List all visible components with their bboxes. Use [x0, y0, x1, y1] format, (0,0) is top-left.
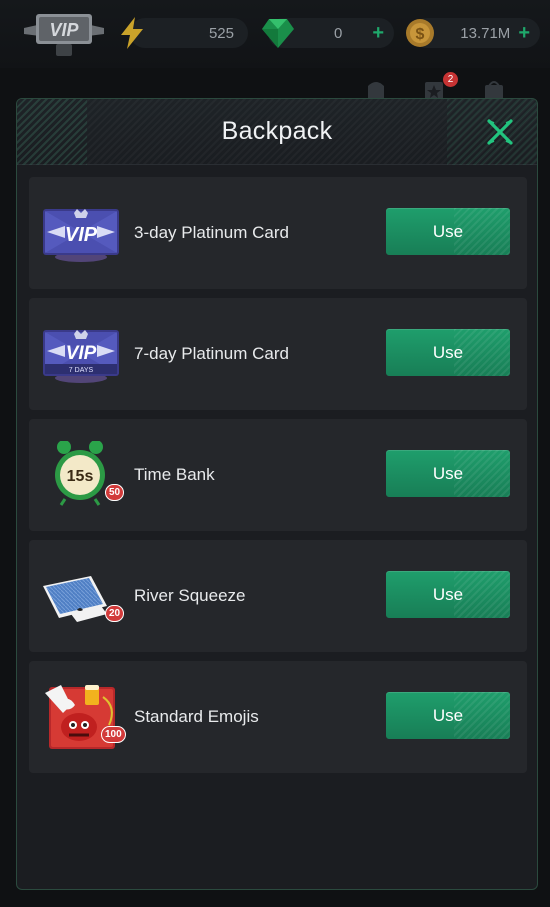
item-name: 3-day Platinum Card [134, 223, 289, 242]
svg-text:VIP: VIP [66, 343, 97, 364]
currency-bar: VIP 525 0 + 13.71M + $ [0, 0, 550, 68]
svg-text:7 DAYS: 7 DAYS [69, 367, 94, 374]
use-button[interactable]: Use [386, 692, 510, 739]
notification-badge: 2 [443, 72, 458, 87]
svg-text:15s: 15s [67, 468, 94, 485]
item-name: 7-day Platinum Card [134, 344, 289, 363]
coin-icon: $ [406, 19, 434, 47]
energy-counter: 525 [130, 18, 248, 48]
count-badge: 100 [101, 726, 126, 743]
item-name: River Squeeze [134, 586, 246, 605]
modal-title: Backpack [221, 117, 333, 145]
item-list: VIP 3-day Platinum Card Use VIP 7 DAYS 7… [29, 177, 527, 782]
vip-card-icon: VIP [43, 209, 119, 262]
gems-value: 0 [333, 24, 343, 42]
item-name: Standard Emojis [134, 707, 259, 726]
vip-badge-icon[interactable]: VIP [22, 10, 106, 58]
list-item: 20 River Squeeze Use [29, 540, 527, 652]
bag-icon[interactable] [364, 78, 388, 100]
modal-header: Backpack [17, 99, 537, 165]
add-gems-button[interactable]: + [372, 22, 384, 45]
list-item: 15s 50 Time Bank Use [29, 419, 527, 531]
svg-text:$: $ [416, 26, 425, 43]
shop-bag-icon[interactable] [482, 78, 506, 100]
lightning-icon [121, 17, 143, 49]
count-badge: 50 [105, 484, 125, 501]
count-badge: 20 [105, 605, 125, 622]
emerald-icon [262, 19, 294, 48]
use-button[interactable]: Use [386, 208, 510, 255]
svg-text:VIP: VIP [65, 224, 98, 246]
use-button[interactable]: Use [386, 450, 510, 497]
svg-text:VIP: VIP [49, 20, 79, 40]
vip-card-7days-icon: VIP 7 DAYS [43, 330, 119, 383]
close-icon[interactable] [483, 115, 517, 149]
use-button[interactable]: Use [386, 571, 510, 618]
item-name: Time Bank [134, 465, 215, 484]
list-item: VIP 3-day Platinum Card Use [29, 177, 527, 289]
list-item: 100 Standard Emojis Use [29, 661, 527, 773]
backpack-modal: Backpack VIP 3-day Platinum Card Use VIP… [16, 98, 538, 890]
energy-value: 525 [208, 24, 234, 42]
coins-value: 13.71M [460, 24, 511, 42]
use-button[interactable]: Use [386, 329, 510, 376]
list-item: VIP 7 DAYS 7-day Platinum Card Use [29, 298, 527, 410]
add-coins-button[interactable]: + [518, 22, 530, 45]
